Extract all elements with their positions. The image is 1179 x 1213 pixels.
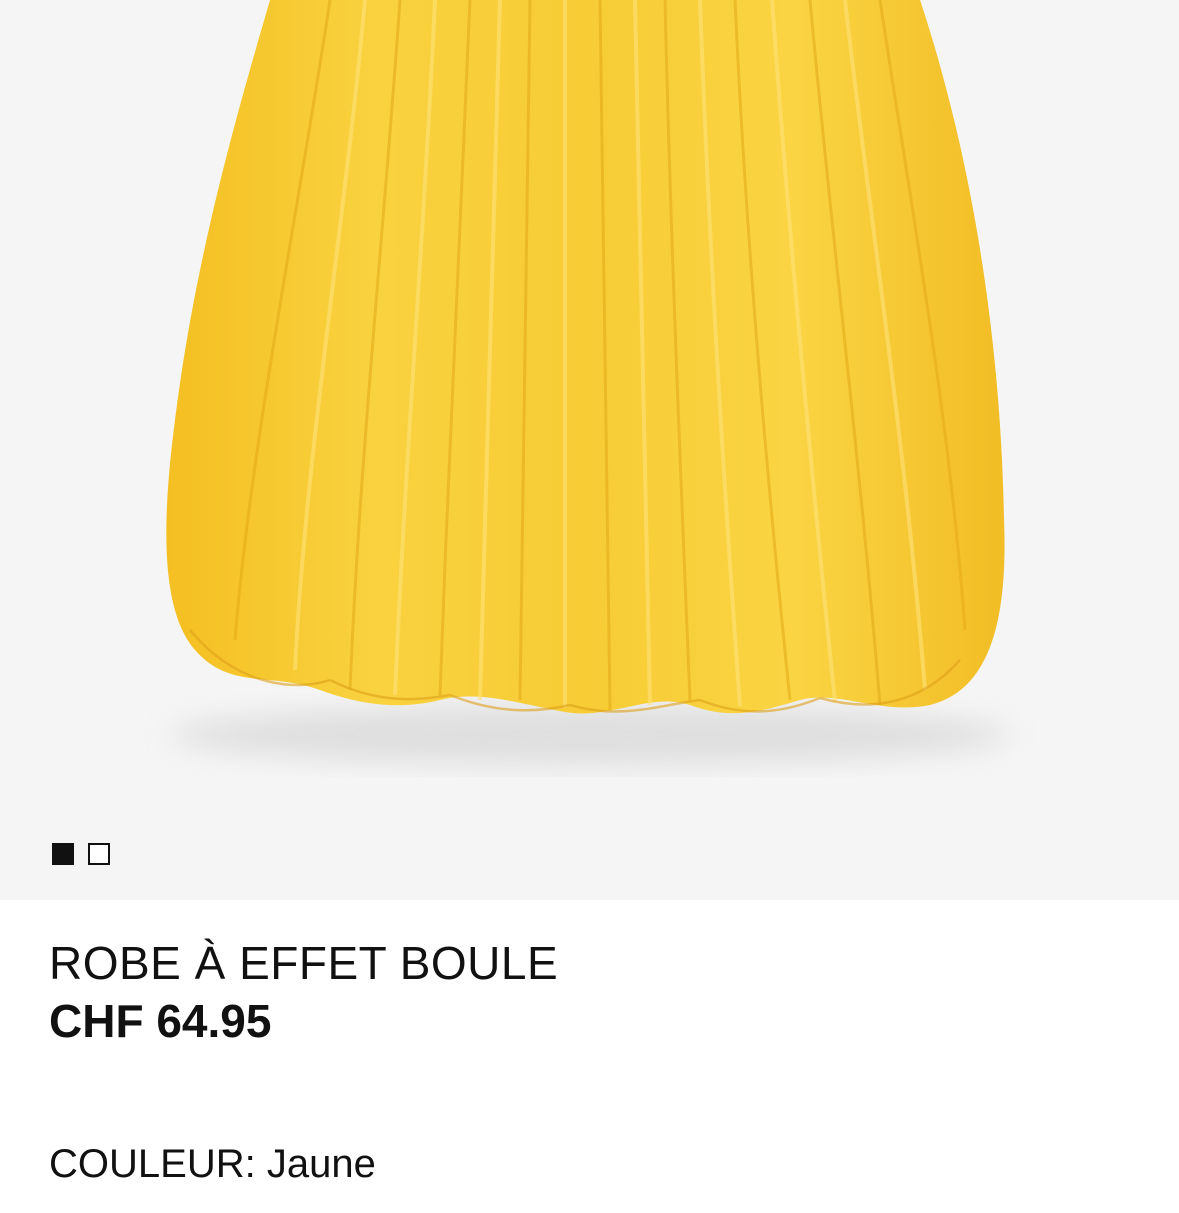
product-price: CHF 64.95 (49, 995, 272, 1047)
product-info: ROBE À EFFET BOULE CHF 64.95 (49, 934, 1139, 1050)
carousel-dot-1[interactable] (52, 843, 74, 865)
product-title: ROBE À EFFET BOULE (49, 937, 559, 989)
yellow-dress-illustration (0, 0, 1179, 900)
color-value: Jaune (266, 1142, 376, 1186)
carousel-dot-2[interactable] (88, 843, 110, 865)
color-selection: COULEUR: Jaune (49, 1137, 376, 1191)
color-label: COULEUR: (49, 1142, 256, 1186)
image-carousel-indicator (52, 843, 110, 865)
product-image[interactable] (0, 0, 1179, 900)
